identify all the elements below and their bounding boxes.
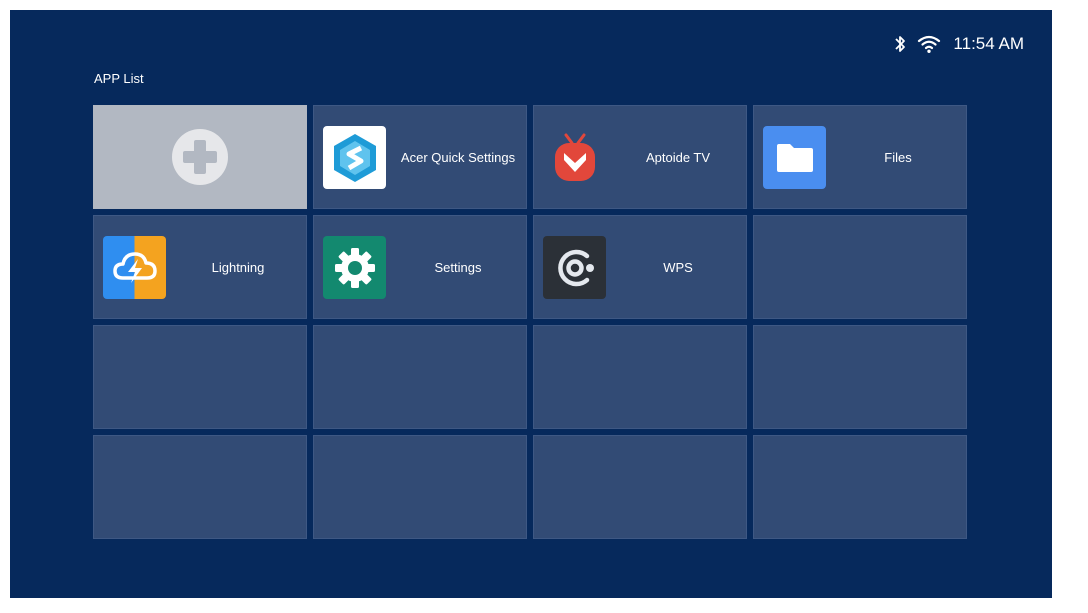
wps-icon: [543, 236, 606, 299]
wifi-icon: [917, 34, 941, 54]
add-icon: [172, 129, 228, 185]
lightning-icon: [103, 236, 166, 299]
files-folder-icon: [763, 126, 826, 189]
app-tile-settings[interactable]: Settings: [313, 215, 527, 319]
add-app-tile[interactable]: [93, 105, 307, 209]
clock: 11:54 AM: [953, 34, 1024, 53]
empty-tile[interactable]: [533, 435, 747, 539]
app-label: Settings: [434, 259, 482, 275]
app-label: WPS: [663, 259, 693, 275]
bluetooth-icon: [893, 34, 907, 54]
app-tile-wps[interactable]: WPS: [533, 215, 747, 319]
empty-tile[interactable]: [753, 215, 967, 319]
app-tile-acer-quick-settings[interactable]: Acer Quick Settings: [313, 105, 527, 209]
acer-quick-settings-icon: [323, 126, 386, 189]
status-bar: 11:54 AM: [893, 32, 1024, 56]
app-tile-lightning[interactable]: Lightning: [93, 215, 307, 319]
empty-tile[interactable]: [313, 325, 527, 429]
app-grid: Acer Quick Settings Aptoide TV Files Lig…: [93, 105, 967, 539]
app-tile-aptoide-tv[interactable]: Aptoide TV: [533, 105, 747, 209]
empty-tile[interactable]: [93, 435, 307, 539]
empty-tile[interactable]: [753, 435, 967, 539]
launcher-screen: 11:54 AM APP List Acer Quick Settings Ap…: [10, 10, 1052, 598]
app-label: Acer Quick Settings: [400, 149, 516, 165]
app-label: Files: [884, 149, 912, 165]
app-label: Lightning: [211, 259, 265, 275]
empty-tile[interactable]: [93, 325, 307, 429]
empty-tile[interactable]: [313, 435, 527, 539]
section-title: APP List: [94, 71, 144, 86]
settings-gear-icon: [323, 236, 386, 299]
app-label: Aptoide TV: [645, 149, 711, 165]
empty-tile[interactable]: [533, 325, 747, 429]
empty-tile[interactable]: [753, 325, 967, 429]
app-tile-files[interactable]: Files: [753, 105, 967, 209]
aptoide-tv-icon: [543, 126, 606, 189]
